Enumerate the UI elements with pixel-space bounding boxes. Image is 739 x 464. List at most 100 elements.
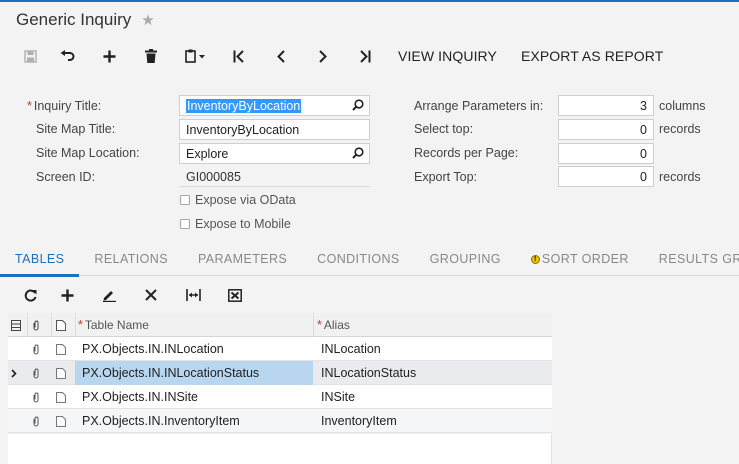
save-icon bbox=[23, 49, 37, 63]
refresh-button[interactable] bbox=[14, 283, 46, 307]
expose-mobile-checkbox[interactable]: Expose to Mobile bbox=[180, 217, 291, 231]
search-icon[interactable] bbox=[352, 147, 364, 159]
grid-divider bbox=[51, 313, 52, 337]
attachments-cell[interactable] bbox=[32, 361, 48, 385]
export-top-unit: records bbox=[659, 170, 701, 184]
close-icon bbox=[145, 289, 157, 301]
table-name-column-header[interactable]: * Table Name bbox=[78, 313, 149, 337]
tab-sort-order-label: SORT ORDER bbox=[541, 252, 629, 266]
add-button[interactable] bbox=[88, 42, 130, 70]
grid-empty-area bbox=[8, 434, 552, 464]
clipboard-icon bbox=[185, 49, 205, 63]
alias-cell[interactable]: INSite bbox=[321, 385, 355, 409]
table-row[interactable]: PX.Objects.IN.INLocationStatus INLocatio… bbox=[8, 361, 552, 385]
columns-config-icon bbox=[11, 319, 21, 331]
inquiry-title-input[interactable]: InventoryByLocation bbox=[179, 95, 370, 116]
required-marker: * bbox=[78, 318, 83, 332]
table-name-cell-selected[interactable]: PX.Objects.IN.INLocationStatus bbox=[75, 361, 313, 385]
export-excel-button[interactable] bbox=[214, 283, 256, 307]
attachments-header bbox=[32, 313, 48, 337]
required-marker: * bbox=[317, 318, 322, 332]
attachments-cell[interactable] bbox=[32, 409, 48, 433]
note-icon bbox=[56, 391, 66, 403]
table-name-cell[interactable]: PX.Objects.IN.INSite bbox=[82, 385, 198, 409]
row-selector-header[interactable] bbox=[11, 313, 25, 337]
delete-button[interactable] bbox=[130, 42, 172, 70]
screen-id-underline bbox=[179, 186, 370, 187]
notes-cell[interactable] bbox=[56, 361, 72, 385]
previous-record-button[interactable] bbox=[260, 42, 302, 70]
arrange-parameters-unit: columns bbox=[659, 99, 706, 113]
add-row-button[interactable] bbox=[46, 283, 88, 307]
delete-row-button[interactable] bbox=[130, 283, 172, 307]
tab-relations[interactable]: RELATIONS bbox=[79, 246, 183, 276]
last-page-icon bbox=[360, 49, 371, 63]
tab-tables[interactable]: TABLES bbox=[0, 246, 80, 277]
plus-icon bbox=[61, 289, 73, 301]
checkbox-box[interactable] bbox=[180, 195, 190, 205]
paperclip-icon bbox=[33, 344, 39, 354]
tab-sort-order[interactable]: ! SORT ORDER bbox=[516, 246, 644, 276]
grid-header-row: * Table Name * Alias bbox=[8, 313, 552, 337]
alias-column-header[interactable]: * Alias bbox=[317, 313, 350, 337]
alias-cell[interactable]: INLocation bbox=[321, 337, 381, 361]
view-inquiry-button[interactable]: VIEW INQUIRY bbox=[386, 42, 509, 70]
tab-results-grid[interactable]: RESULTS GRID bbox=[644, 246, 739, 276]
notes-header bbox=[56, 313, 72, 337]
table-row[interactable]: PX.Objects.IN.INSite INSite bbox=[8, 385, 552, 409]
site-map-title-label: Site Map Title: bbox=[36, 122, 116, 136]
records-per-page-label: Records per Page: bbox=[414, 146, 519, 160]
chevron-right-icon bbox=[11, 368, 17, 378]
attachments-cell[interactable] bbox=[32, 385, 48, 409]
star-icon[interactable]: ★ bbox=[141, 11, 154, 29]
paperclip-icon bbox=[33, 416, 39, 426]
expose-odata-checkbox[interactable]: Expose via OData bbox=[180, 193, 296, 207]
paperclip-icon bbox=[33, 368, 39, 378]
edit-row-button[interactable] bbox=[88, 283, 130, 307]
table-row[interactable]: PX.Objects.IN.INLocation INLocation bbox=[8, 337, 552, 361]
trash-icon bbox=[145, 49, 157, 63]
top-accent-bar bbox=[0, 0, 739, 2]
excel-icon bbox=[228, 288, 242, 302]
search-icon[interactable] bbox=[352, 99, 364, 111]
grid-divider bbox=[75, 313, 76, 337]
site-map-title-input[interactable]: InventoryByLocation bbox=[179, 119, 370, 140]
fit-columns-button[interactable] bbox=[172, 283, 214, 307]
site-map-location-input[interactable]: Explore bbox=[179, 143, 370, 164]
tab-conditions[interactable]: CONDITIONS bbox=[302, 246, 414, 276]
tab-bar: TABLES RELATIONS PARAMETERS CONDITIONS G… bbox=[0, 246, 739, 277]
arrange-parameters-input[interactable]: 3 bbox=[558, 95, 654, 116]
table-row[interactable]: PX.Objects.IN.InventoryItem InventoryIte… bbox=[8, 409, 552, 433]
inquiry-title-label-text: Inquiry Title: bbox=[33, 99, 102, 113]
alias-header-text: Alias bbox=[323, 318, 350, 332]
table-name-cell[interactable]: PX.Objects.IN.InventoryItem bbox=[82, 409, 240, 433]
notes-cell[interactable] bbox=[56, 385, 72, 409]
tab-parameters[interactable]: PARAMETERS bbox=[183, 246, 302, 276]
export-as-report-button[interactable]: EXPORT AS REPORT bbox=[509, 42, 675, 70]
checkbox-box[interactable] bbox=[180, 219, 190, 229]
alias-cell[interactable]: INLocationStatus bbox=[321, 361, 416, 385]
copy-paste-button[interactable] bbox=[172, 42, 218, 70]
save-button[interactable] bbox=[14, 42, 46, 70]
undo-button[interactable] bbox=[46, 42, 88, 70]
grid-divider bbox=[313, 313, 314, 337]
chevron-right-icon bbox=[319, 49, 327, 63]
last-record-button[interactable] bbox=[344, 42, 386, 70]
site-map-location-label: Site Map Location: bbox=[36, 146, 140, 160]
records-per-page-input[interactable]: 0 bbox=[558, 143, 654, 164]
export-top-input[interactable]: 0 bbox=[558, 166, 654, 187]
notes-cell[interactable] bbox=[56, 409, 72, 433]
notes-cell[interactable] bbox=[56, 337, 72, 361]
alias-cell[interactable]: InventoryItem bbox=[321, 409, 397, 433]
expose-odata-label: Expose via OData bbox=[195, 193, 296, 207]
select-top-value: 0 bbox=[640, 122, 647, 137]
required-marker: * bbox=[27, 99, 32, 113]
first-record-button[interactable] bbox=[218, 42, 260, 70]
select-top-input[interactable]: 0 bbox=[558, 119, 654, 140]
grid-divider bbox=[27, 313, 28, 337]
next-record-button[interactable] bbox=[302, 42, 344, 70]
table-name-cell[interactable]: PX.Objects.IN.INLocation bbox=[82, 337, 224, 361]
tab-grouping[interactable]: GROUPING bbox=[415, 246, 516, 276]
attachments-cell[interactable] bbox=[32, 337, 48, 361]
fit-width-icon bbox=[185, 289, 201, 301]
